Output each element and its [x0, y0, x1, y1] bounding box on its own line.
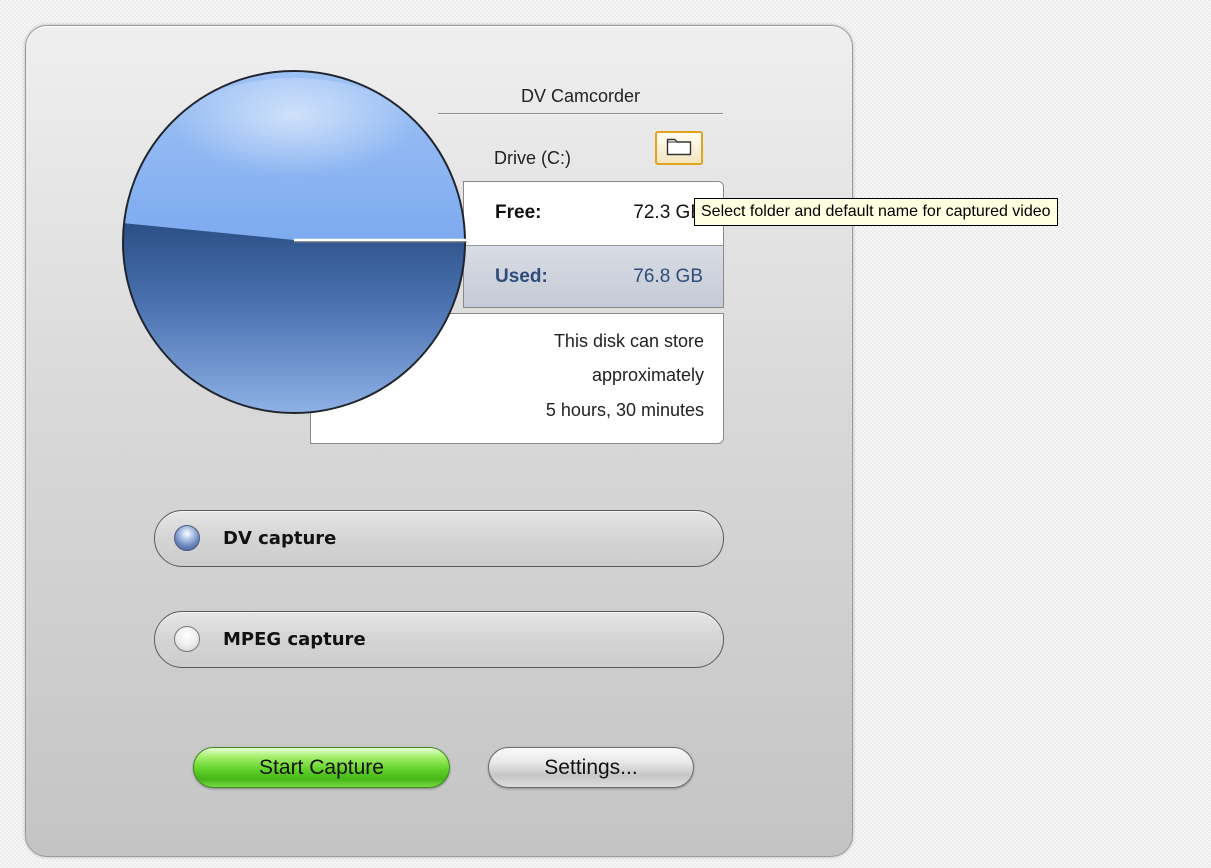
select-folder-button[interactable]	[655, 131, 703, 165]
folder-tooltip: Select folder and default name for captu…	[694, 198, 1058, 226]
free-space-row: Free: 72.3 GB	[464, 182, 723, 244]
dv-capture-label: DV capture	[223, 528, 337, 549]
capture-panel: DV Camcorder Drive (C:) Free: 72.3 GB Us…	[25, 25, 853, 857]
free-value: 72.3 GB	[633, 202, 703, 223]
folder-icon	[666, 136, 692, 161]
free-label: Free:	[495, 202, 542, 223]
used-value: 76.8 GB	[633, 266, 703, 287]
disk-usage-sphere	[122, 70, 467, 415]
used-space-row: Used: 76.8 GB	[464, 245, 723, 307]
disk-stats-box: Free: 72.3 GB Used: 76.8 GB	[463, 181, 724, 308]
settings-button[interactable]: Settings...	[488, 747, 694, 788]
drive-label: Drive (C:)	[494, 148, 571, 168]
start-capture-button[interactable]: Start Capture	[193, 747, 450, 788]
dv-capture-radio[interactable]	[174, 525, 200, 551]
mpeg-capture-radio[interactable]	[174, 626, 200, 652]
mpeg-capture-option[interactable]: MPEG capture	[154, 611, 724, 668]
dv-capture-option[interactable]: DV capture	[154, 510, 724, 567]
estimate-line-1: This disk can store	[553, 331, 704, 351]
device-name: DV Camcorder	[520, 86, 641, 106]
estimate-line-3: 5 hours, 30 minutes	[545, 400, 704, 420]
estimate-line-2: approximately	[591, 365, 704, 385]
used-label: Used:	[495, 266, 548, 287]
mpeg-capture-label: MPEG capture	[223, 629, 366, 650]
device-divider	[438, 113, 723, 114]
